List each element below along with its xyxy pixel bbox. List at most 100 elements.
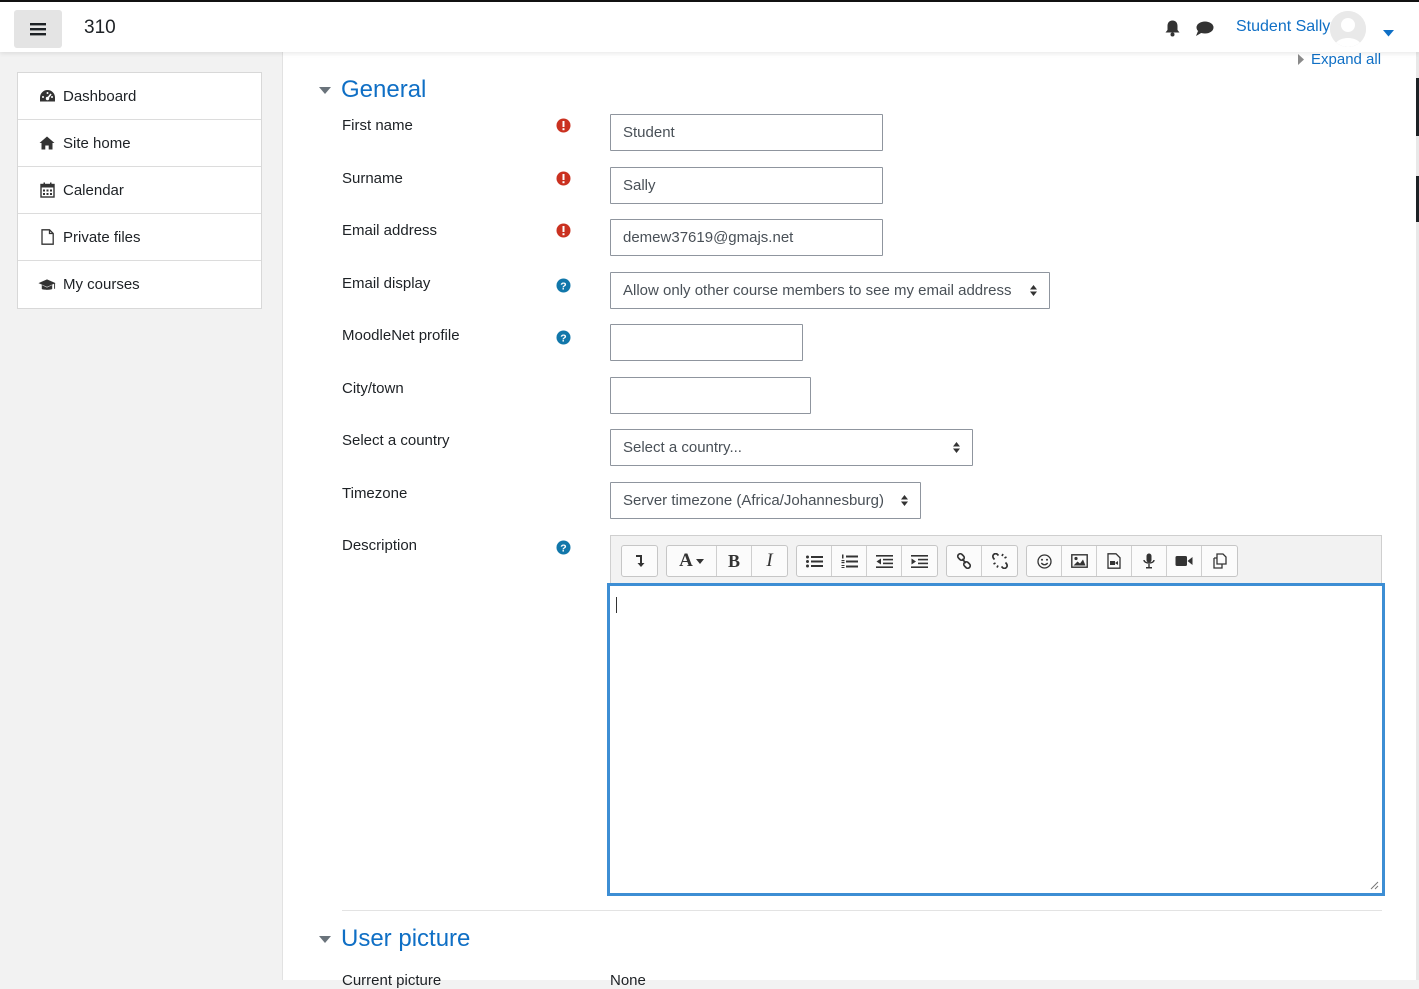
svg-text:?: ? [560, 542, 566, 554]
field-label: First name [342, 117, 413, 134]
editor-toolbar: A B I [610, 535, 1382, 585]
media-icon [1107, 553, 1121, 569]
help-icon[interactable]: ? [556, 330, 571, 345]
user-name-link[interactable]: Student Sally [1236, 18, 1330, 36]
toolbar-group [946, 545, 1018, 577]
toolbar-group [1026, 545, 1238, 577]
sidebar-item-dashboard[interactable]: Dashboard [18, 73, 261, 120]
hamburger-icon [30, 23, 46, 36]
select-arrows-icon [901, 495, 908, 506]
home-icon [38, 134, 56, 152]
toolbar-group: A B I [666, 545, 788, 577]
bold-icon: B [727, 550, 740, 571]
link-icon [956, 553, 972, 569]
select-value: Server timezone (Africa/Johannesburg) [623, 492, 884, 509]
image-button[interactable] [1062, 546, 1097, 576]
microphone-icon [1143, 553, 1155, 569]
help-icon[interactable]: ? [556, 278, 571, 293]
emoji-button[interactable] [1027, 546, 1062, 576]
font-style-icon: A [679, 550, 693, 571]
manage-files-button[interactable] [1202, 546, 1237, 576]
surname-input[interactable]: Sally [610, 167, 883, 204]
sidebar-item-label: Private files [63, 228, 141, 246]
select-arrows-icon [953, 442, 960, 453]
bold-button[interactable]: B [717, 546, 752, 576]
caret-down-icon[interactable] [1383, 24, 1394, 42]
caret-down-icon [319, 935, 331, 943]
outdent-button[interactable] [867, 546, 902, 576]
indent-button[interactable] [902, 546, 937, 576]
record-video-button[interactable] [1167, 546, 1202, 576]
section-title: General [341, 76, 427, 103]
sidebar-item-my-courses[interactable]: My courses [18, 261, 261, 308]
section-toggle-general[interactable]: General [319, 76, 426, 104]
navigation-block: Dashboard Site home Calendar Private fil… [17, 72, 262, 309]
field-label: Timezone [342, 485, 408, 502]
ordered-list-button[interactable] [832, 546, 867, 576]
record-audio-button[interactable] [1132, 546, 1167, 576]
avatar[interactable] [1330, 11, 1366, 47]
section-divider [342, 910, 1382, 911]
field-label: Select a country [342, 432, 450, 449]
chat-bubble-icon[interactable] [1194, 18, 1214, 38]
sidebar-item-private-files[interactable]: Private files [18, 214, 261, 261]
graduation-cap-icon [38, 276, 56, 294]
city-input[interactable] [610, 377, 811, 414]
caret-right-icon [1298, 54, 1304, 65]
sidebar-item-label: My courses [63, 276, 140, 293]
select-value: Allow only other course members to see m… [623, 282, 1012, 299]
description-editor[interactable] [607, 583, 1385, 896]
field-label: Description [342, 537, 418, 554]
sidebar-item-site-home[interactable]: Site home [18, 120, 261, 167]
calendar-icon [38, 181, 56, 199]
expand-all-label: Expand all [1311, 51, 1382, 68]
media-button[interactable] [1097, 546, 1132, 576]
image-icon [1070, 554, 1088, 568]
first-name-input[interactable]: Student [610, 114, 883, 151]
field-label: Email address [342, 222, 438, 239]
field-label: Surname [342, 170, 403, 187]
caret-down-icon [695, 558, 704, 564]
sidebar-item-calendar[interactable]: Calendar [18, 167, 261, 214]
current-picture-value: None [610, 972, 646, 989]
expand-all-link[interactable]: Expand all [1298, 51, 1381, 68]
required-icon [556, 223, 571, 238]
sidebar-item-label: Site home [63, 134, 131, 152]
collapse-button[interactable] [622, 546, 657, 576]
field-label: City/town [342, 380, 404, 397]
top-navbar: 310 Student Sally [0, 0, 1419, 52]
required-icon [556, 118, 571, 133]
toolbar-group [621, 545, 658, 577]
moodlenet-profile-input[interactable] [610, 324, 803, 361]
manage-files-icon [1212, 553, 1227, 569]
field-label: Current picture [342, 972, 442, 989]
indent-icon [911, 554, 928, 568]
email-display-select[interactable]: Allow only other course members to see m… [610, 272, 1050, 309]
site-name-link[interactable]: 310 [84, 17, 116, 39]
file-icon [38, 228, 56, 246]
toolbar-group [796, 545, 938, 577]
help-icon[interactable]: ? [556, 540, 571, 555]
field-label: Email display [342, 275, 431, 292]
link-button[interactable] [947, 546, 982, 576]
email-input[interactable]: demew37619@gmajs.net [610, 219, 883, 256]
italic-button[interactable]: I [752, 546, 787, 576]
text-cursor [616, 597, 617, 613]
timezone-select[interactable]: Server timezone (Africa/Johannesburg) [610, 482, 921, 519]
section-toggle-user-picture[interactable]: User picture [319, 925, 470, 953]
font-style-button[interactable]: A [667, 546, 717, 576]
unordered-list-icon [805, 555, 823, 567]
emoji-icon [1036, 553, 1052, 569]
sidebar-item-label: Calendar [63, 181, 124, 199]
dashboard-icon [38, 87, 56, 105]
video-icon [1175, 556, 1193, 566]
bell-icon[interactable] [1162, 18, 1182, 38]
unlink-button[interactable] [982, 546, 1017, 576]
outdent-icon [875, 554, 893, 568]
section-title: User picture [341, 925, 471, 952]
country-select[interactable]: Select a country... [610, 429, 973, 466]
resize-grip-icon[interactable] [1370, 881, 1379, 890]
drawer-toggle-button[interactable] [14, 10, 62, 48]
unlink-icon [991, 553, 1008, 569]
unordered-list-button[interactable] [797, 546, 832, 576]
